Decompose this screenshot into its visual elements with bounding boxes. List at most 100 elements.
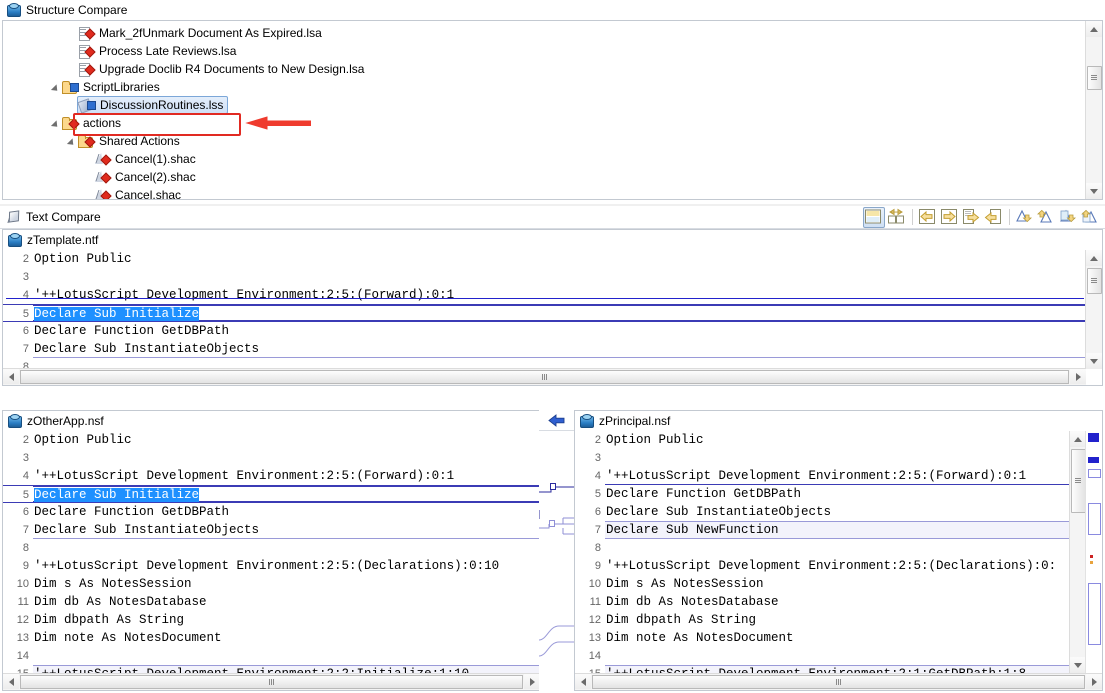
right-line[interactable]: 14 bbox=[575, 647, 1070, 665]
expand-arrow-icon[interactable] bbox=[51, 82, 62, 93]
expand-arrow-icon[interactable] bbox=[51, 118, 62, 129]
tree-item-content[interactable]: actions bbox=[62, 116, 121, 131]
ancestor-line[interactable]: 3 bbox=[3, 268, 1086, 286]
ancestor-line[interactable]: 4 '++LotusScript Development Environment:… bbox=[3, 286, 1086, 304]
left-line[interactable]: 13 Dim note As NotesDocument bbox=[3, 629, 540, 647]
scroll-thumb[interactable] bbox=[1087, 268, 1102, 294]
right-line[interactable]: 5 Declare Function GetDBPath bbox=[575, 485, 1070, 503]
left-line[interactable]: 10 Dim s As NotesSession bbox=[3, 575, 540, 593]
left-line[interactable]: 11 Dim db As NotesDatabase bbox=[3, 593, 540, 611]
left-hscrollbar[interactable] bbox=[3, 673, 540, 690]
ancestor-line[interactable]: 7 Declare Sub InstantiateObjects bbox=[3, 340, 1086, 358]
previous-difference-button[interactable] bbox=[1036, 208, 1057, 227]
left-line[interactable]: 14 bbox=[3, 647, 540, 665]
structure-tree[interactable]: Mark_2fUnmark Document As Expired.lsa Pro… bbox=[3, 21, 1086, 199]
tree-item[interactable]: Cancel(1).shac bbox=[3, 150, 1086, 168]
tree-item-content[interactable]: Cancel.shac bbox=[94, 188, 181, 199]
right-hscrollbar[interactable] bbox=[575, 673, 1102, 690]
previous-change-button[interactable] bbox=[1081, 208, 1101, 227]
tree-item[interactable]: Process Late Reviews.lsa bbox=[3, 42, 1086, 60]
left-line[interactable]: 12 Dim dbpath As String bbox=[3, 611, 540, 629]
scroll-thumb[interactable] bbox=[1087, 66, 1102, 90]
right-line[interactable]: 3 bbox=[575, 449, 1070, 467]
tree-item-content[interactable]: Mark_2fUnmark Document As Expired.lsa bbox=[78, 26, 322, 41]
tree-item[interactable]: Shared Actions bbox=[3, 132, 1086, 150]
tree-item-selected[interactable]: DiscussionRoutines.lss bbox=[77, 96, 229, 114]
left-line[interactable]: 9 '++LotusScript Development Environment:… bbox=[3, 557, 540, 575]
scroll-left-icon[interactable] bbox=[575, 674, 591, 689]
scroll-thumb[interactable] bbox=[1071, 449, 1086, 513]
left-line[interactable]: 7 Declare Sub InstantiateObjects bbox=[3, 521, 540, 539]
expand-arrow-icon[interactable] bbox=[67, 136, 78, 147]
scroll-thumb-h[interactable] bbox=[592, 675, 1085, 689]
right-line[interactable]: 13 Dim note As NotesDocument bbox=[575, 629, 1070, 647]
next-difference-button[interactable] bbox=[1015, 208, 1035, 227]
right-line[interactable]: 8 bbox=[575, 539, 1070, 557]
left-line[interactable]: 5 Declare Sub Initialize bbox=[3, 485, 540, 503]
tree-item[interactable]: Cancel(2).shac bbox=[3, 168, 1086, 186]
ancestor-line[interactable]: 5 Declare Sub Initialize bbox=[3, 304, 1086, 322]
tree-item-content[interactable]: Shared Actions bbox=[78, 134, 180, 149]
ancestor-code-area[interactable]: 2 Option Public 3 4 '++LotusScript Developme… bbox=[3, 250, 1086, 369]
scroll-left-icon[interactable] bbox=[3, 369, 19, 384]
left-line[interactable]: 2 Option Public bbox=[3, 431, 540, 449]
tree-item-content[interactable]: Process Late Reviews.lsa bbox=[78, 44, 236, 59]
scroll-down-icon[interactable] bbox=[1086, 183, 1102, 199]
scroll-down-icon[interactable] bbox=[1086, 353, 1102, 369]
right-line[interactable]: 15'++LotusScript Development Environment… bbox=[575, 665, 1070, 673]
ancestor-line[interactable]: 2 Option Public bbox=[3, 250, 1086, 268]
tree-item-content[interactable]: Cancel(2).shac bbox=[94, 170, 196, 185]
ancestor-vscrollbar[interactable] bbox=[6, 250, 1102, 369]
tree-item[interactable]: DiscussionRoutines.lss bbox=[3, 96, 1086, 114]
tree-item[interactable]: Upgrade Doclib R4 Documents to New Desig… bbox=[3, 60, 1086, 78]
scroll-up-icon[interactable] bbox=[1086, 250, 1102, 266]
notes-database-icon bbox=[579, 414, 594, 428]
overview-ruler[interactable] bbox=[1085, 431, 1102, 673]
right-line[interactable]: 11 Dim db As NotesDatabase bbox=[575, 593, 1070, 611]
scroll-thumb-h[interactable] bbox=[20, 370, 1069, 384]
scroll-right-icon[interactable] bbox=[1070, 369, 1086, 384]
right-line[interactable]: 2 Option Public bbox=[575, 431, 1070, 449]
tree-item-content[interactable]: Upgrade Doclib R4 Documents to New Desig… bbox=[78, 62, 364, 77]
scroll-down-icon[interactable] bbox=[1070, 657, 1086, 673]
copy-current-left-to-right-button[interactable] bbox=[962, 208, 982, 227]
diff-connector-gutter[interactable] bbox=[539, 410, 574, 691]
scroll-up-icon[interactable] bbox=[1086, 21, 1102, 37]
horizontal-layout-button[interactable] bbox=[887, 208, 907, 227]
left-line[interactable]: 6 Declare Function GetDBPath bbox=[3, 503, 540, 521]
tree-item-content[interactable]: Cancel(1).shac bbox=[94, 152, 196, 167]
scroll-thumb-h[interactable] bbox=[20, 675, 523, 689]
ancestor-line[interactable]: 6 Declare Function GetDBPath bbox=[3, 322, 1086, 340]
tree-item[interactable]: ScriptLibraries bbox=[3, 78, 1086, 96]
copy-left-arrow-icon[interactable] bbox=[547, 413, 567, 428]
copy-all-right-to-left-button[interactable] bbox=[918, 208, 938, 227]
scroll-right-icon[interactable] bbox=[524, 674, 540, 689]
scroll-right-icon[interactable] bbox=[1086, 674, 1102, 689]
structure-tree-vscrollbar[interactable] bbox=[1085, 21, 1102, 199]
left-line[interactable]: 8 bbox=[3, 539, 540, 557]
right-line[interactable]: 4 '++LotusScript Development Environment:… bbox=[575, 467, 1070, 485]
left-line[interactable]: 15'++LotusScript Development Environment… bbox=[3, 665, 540, 673]
line-number: 5 bbox=[575, 485, 605, 503]
right-line[interactable]: 12 Dim dbpath As String bbox=[575, 611, 1070, 629]
right-line[interactable]: 6 Declare Sub InstantiateObjects bbox=[575, 503, 1070, 521]
scroll-up-icon[interactable] bbox=[1070, 431, 1086, 447]
tree-item[interactable]: actions bbox=[3, 114, 1086, 132]
tree-item[interactable]: Cancel.shac bbox=[3, 186, 1086, 199]
tree-item-content[interactable]: ScriptLibraries bbox=[62, 80, 160, 95]
right-line[interactable]: 10 Dim s As NotesSession bbox=[575, 575, 1070, 593]
left-line[interactable]: 3 bbox=[3, 449, 540, 467]
right-vscrollbar[interactable] bbox=[1069, 431, 1086, 673]
right-code-area[interactable]: 2 Option Public 3 4 '++LotusScript Developme… bbox=[575, 431, 1070, 673]
left-line[interactable]: 4 '++LotusScript Development Environment:… bbox=[3, 467, 540, 485]
tree-item[interactable]: Mark_2fUnmark Document As Expired.lsa bbox=[3, 24, 1086, 42]
copy-current-right-to-left-button[interactable] bbox=[984, 208, 1004, 227]
two-pane-layout-button[interactable] bbox=[863, 206, 885, 228]
scroll-left-icon[interactable] bbox=[3, 674, 19, 689]
next-change-button[interactable] bbox=[1059, 208, 1079, 227]
right-line[interactable]: 9 '++LotusScript Development Environment:… bbox=[575, 557, 1070, 575]
copy-all-left-to-right-button[interactable] bbox=[940, 208, 960, 227]
left-code-area[interactable]: 2 Option Public 3 4 '++LotusScript Developme… bbox=[3, 431, 540, 673]
right-line[interactable]: 7 Declare Sub NewFunction bbox=[575, 521, 1070, 539]
ancestor-hscrollbar[interactable] bbox=[3, 368, 1086, 385]
